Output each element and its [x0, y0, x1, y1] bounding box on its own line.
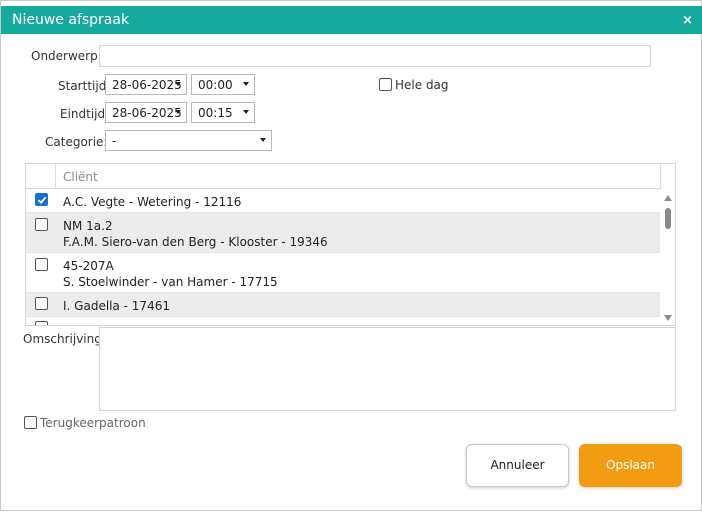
table-row[interactable]: I. Gadella - 17461 [26, 293, 660, 317]
chevron-down-icon [175, 82, 181, 86]
subject-label: Onderwerp: [31, 49, 102, 63]
end-time-value: 00:15 [198, 106, 233, 120]
start-time-value: 00:00 [198, 78, 233, 92]
client-name: F.A.M. Siero-van den Berg - Klooster - 1… [63, 235, 328, 249]
all-day-checkbox[interactable] [379, 78, 392, 91]
table-row[interactable]: A.C. Vegte - Wetering - 12116 [26, 189, 660, 213]
row-checkbox[interactable] [35, 297, 48, 310]
row-checkbox[interactable] [35, 218, 48, 231]
chevron-down-icon [175, 110, 181, 114]
cancel-button[interactable]: Annuleer [466, 444, 569, 487]
category-value: - [112, 134, 117, 148]
dialog-title-bar: Nieuwe afspraak × [1, 6, 702, 34]
chevron-down-icon [260, 138, 266, 142]
end-date-value: 28-06-2025 [112, 106, 182, 120]
description-label: Omschrijving: [23, 332, 106, 346]
save-button[interactable]: Opslaan [579, 444, 682, 487]
table-row[interactable]: 45-207A S. Stoelwinder - van Hamer - 177… [26, 253, 660, 293]
client-name: S. Stoelwinder - van Hamer - 17715 [63, 275, 278, 289]
client-grid-header: Cliënt [26, 164, 661, 189]
start-date-value: 28-06-2025 [112, 78, 182, 92]
start-time-select[interactable]: 00:00 [191, 74, 255, 95]
category-select[interactable]: - [105, 130, 272, 151]
new-appointment-dialog: Nieuwe afspraak × Onderwerp: Starttijd 2… [0, 0, 702, 511]
all-day-label: Hele dag [395, 78, 449, 92]
column-divider [55, 164, 56, 189]
row-checkbox[interactable] [35, 258, 48, 271]
table-row[interactable]: NM 1a.2 F.A.M. Siero-van den Berg - Kloo… [26, 213, 660, 253]
scroll-up-icon[interactable] [664, 195, 672, 201]
subject-input[interactable] [99, 45, 651, 67]
client-name: A.C. Vegte - Wetering - 12116 [63, 195, 242, 209]
chevron-down-icon [243, 82, 249, 86]
client-column-header[interactable]: Cliënt [63, 170, 98, 184]
client-room: NM 1a.2 [63, 219, 113, 233]
recurrence-checkbox[interactable] [24, 416, 37, 429]
description-textarea[interactable] [99, 327, 676, 411]
end-time-select[interactable]: 00:15 [191, 102, 255, 123]
end-time-label: Eindtijd [60, 107, 106, 121]
table-row[interactable] [26, 317, 660, 325]
scroll-down-icon[interactable] [664, 315, 672, 321]
column-divider [660, 164, 661, 189]
chevron-down-icon [243, 110, 249, 114]
start-time-label: Starttijd [58, 79, 107, 93]
row-checkbox[interactable] [35, 321, 48, 325]
close-icon[interactable]: × [682, 13, 693, 28]
start-date-picker[interactable]: 28-06-2025 [105, 74, 187, 95]
category-label: Categorie: [45, 135, 108, 149]
client-name: I. Gadella - 17461 [63, 299, 170, 313]
dialog-title: Nieuwe afspraak [12, 12, 130, 28]
row-checkbox[interactable] [35, 193, 48, 206]
client-grid-scrollbar[interactable] [660, 189, 675, 325]
scroll-thumb[interactable] [665, 208, 671, 229]
end-date-picker[interactable]: 28-06-2025 [105, 102, 187, 123]
recurrence-label: Terugkeerpatroon [40, 416, 146, 430]
check-icon [37, 196, 47, 204]
client-grid: Cliënt A.C. Vegte - Wetering - 12116 NM … [25, 163, 676, 326]
client-room: 45-207A [63, 259, 114, 273]
